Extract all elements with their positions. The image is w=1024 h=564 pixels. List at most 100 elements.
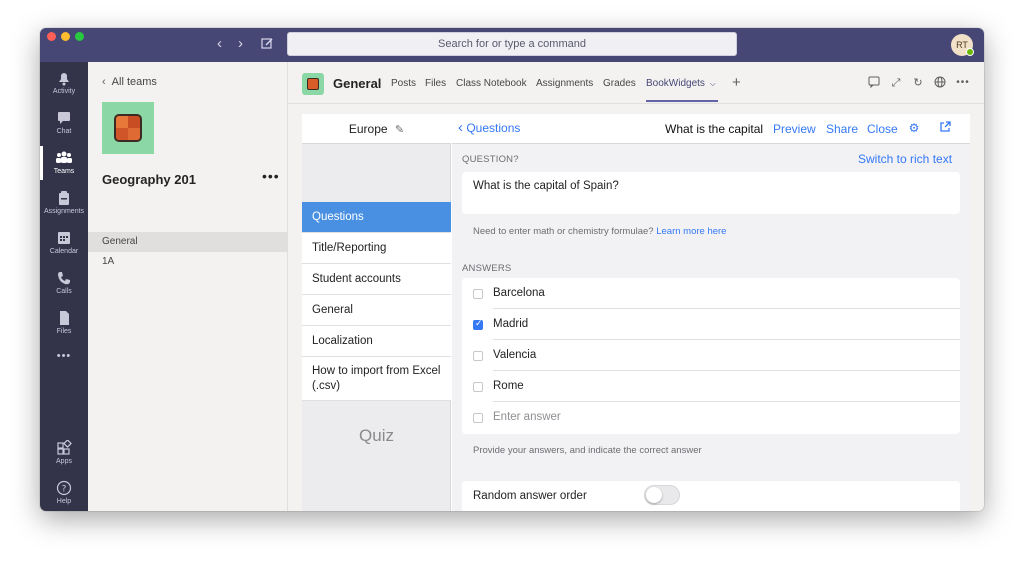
close-button[interactable]: Close bbox=[867, 122, 898, 136]
file-icon bbox=[40, 310, 88, 326]
app-rail: Activity Chat Teams Assignments Calendar… bbox=[40, 62, 88, 511]
rail-more-button[interactable]: ••• bbox=[40, 350, 88, 362]
chevron-left-icon: ‹ bbox=[458, 119, 463, 136]
toggle-knob bbox=[646, 487, 662, 503]
settings-nav-list: Questions Title/Reporting Student accoun… bbox=[302, 202, 451, 401]
rail-item-activity[interactable]: Activity bbox=[40, 70, 88, 96]
answer-input[interactable]: Madrid bbox=[493, 318, 528, 330]
answer-input[interactable]: Valencia bbox=[493, 349, 536, 361]
rail-label: Assignments bbox=[43, 208, 85, 215]
chevron-down-icon: ⌵ bbox=[709, 79, 716, 88]
share-button[interactable]: Share bbox=[826, 122, 858, 136]
random-order-toggle[interactable] bbox=[644, 485, 680, 505]
apps-icon bbox=[40, 439, 88, 456]
channel-item-general[interactable]: General bbox=[88, 232, 287, 252]
bell-icon bbox=[40, 70, 88, 86]
search-input[interactable]: Search for or type a command bbox=[287, 32, 737, 56]
preview-button[interactable]: Preview bbox=[773, 122, 816, 136]
nav-item-student-accounts[interactable]: Student accounts bbox=[302, 264, 451, 295]
rail-label: Files bbox=[56, 328, 72, 335]
widget-title: Europe bbox=[348, 122, 388, 136]
channel-team-icon bbox=[302, 73, 324, 95]
widget-title-bar[interactable]: Europe ✎ bbox=[302, 114, 451, 144]
conversation-icon[interactable] bbox=[867, 76, 881, 90]
tab-files[interactable]: Files bbox=[425, 78, 446, 89]
zoom-window-button[interactable] bbox=[75, 32, 84, 41]
bookwidgets-app: Europe ✎ Questions Title/Reporting Stude… bbox=[302, 114, 970, 511]
tab-bookwidgets-label: BookWidgets bbox=[646, 78, 705, 89]
channel-item-1a[interactable]: 1A bbox=[88, 252, 287, 272]
close-window-button[interactable] bbox=[47, 32, 56, 41]
answers-list: Barcelona Madrid Valencia bbox=[462, 278, 960, 434]
assignments-icon bbox=[40, 190, 88, 206]
forward-arrow-icon[interactable]: › bbox=[238, 36, 243, 51]
team-name: Geography 201 bbox=[102, 172, 196, 187]
nav-item-questions[interactable]: Questions bbox=[302, 202, 451, 233]
learn-more-link[interactable]: Learn more here bbox=[656, 226, 726, 237]
all-teams-link[interactable]: ‹ All teams bbox=[102, 76, 157, 88]
formula-hint: Need to enter math or chemistry formulae… bbox=[473, 226, 726, 237]
presence-indicator bbox=[966, 48, 974, 56]
switch-rich-text-link[interactable]: Switch to rich text bbox=[858, 152, 952, 166]
team-avatar bbox=[102, 102, 154, 154]
compose-icon[interactable] bbox=[261, 37, 274, 53]
expand-icon[interactable]: ⤢ bbox=[889, 76, 903, 90]
question-input[interactable]: What is the capital of Spain? bbox=[462, 172, 960, 214]
widget-side-nav: Europe ✎ Questions Title/Reporting Stude… bbox=[302, 114, 451, 511]
teams-icon bbox=[40, 150, 88, 166]
team-cube-icon bbox=[114, 114, 142, 142]
nav-item-localization[interactable]: Localization bbox=[302, 326, 451, 357]
calendar-icon bbox=[40, 230, 88, 246]
correct-answer-checkbox[interactable] bbox=[473, 289, 483, 299]
tab-grades[interactable]: Grades bbox=[603, 78, 636, 89]
channel-header: General Posts Files Class Notebook Assig… bbox=[288, 62, 984, 104]
back-to-questions-button[interactable]: ‹ Questions bbox=[458, 119, 520, 136]
tab-assignments[interactable]: Assignments bbox=[536, 78, 593, 89]
answers-section-label: ANSWERS bbox=[462, 263, 512, 274]
tab-posts[interactable]: Posts bbox=[391, 78, 416, 89]
back-arrow-icon[interactable]: ‹ bbox=[217, 36, 222, 51]
rail-item-calendar[interactable]: Calendar bbox=[40, 230, 88, 256]
answer-row-new: Enter answer bbox=[462, 402, 960, 433]
answers-hint: Provide your answers, and indicate the c… bbox=[473, 445, 702, 456]
rail-item-assignments[interactable]: Assignments bbox=[40, 190, 88, 216]
nav-item-general[interactable]: General bbox=[302, 295, 451, 326]
rail-item-teams[interactable]: Teams bbox=[40, 146, 88, 180]
gear-icon[interactable]: ⚙ bbox=[907, 121, 921, 135]
correct-answer-checkbox[interactable] bbox=[473, 319, 483, 330]
rail-item-calls[interactable]: Calls bbox=[40, 270, 88, 296]
pencil-icon[interactable]: ✎ bbox=[395, 124, 404, 136]
rail-item-apps[interactable]: Apps bbox=[40, 439, 88, 466]
external-link-icon[interactable] bbox=[938, 121, 952, 135]
new-answer-input[interactable]: Enter answer bbox=[493, 411, 561, 423]
nav-item-title-reporting[interactable]: Title/Reporting bbox=[302, 233, 451, 264]
rail-label: Activity bbox=[52, 88, 76, 95]
rail-item-help[interactable]: ? Help bbox=[40, 480, 88, 506]
question-page-title: What is the capital bbox=[665, 122, 764, 136]
rail-label: Help bbox=[56, 498, 72, 505]
active-tab-indicator bbox=[646, 100, 718, 102]
rail-item-files[interactable]: Files bbox=[40, 310, 88, 336]
correct-answer-checkbox[interactable] bbox=[473, 413, 483, 423]
correct-answer-checkbox[interactable] bbox=[473, 382, 483, 392]
correct-answer-checkbox[interactable] bbox=[473, 351, 483, 361]
rail-item-chat[interactable]: Chat bbox=[40, 110, 88, 136]
refresh-icon[interactable]: ↻ bbox=[911, 76, 925, 90]
answer-input[interactable]: Barcelona bbox=[493, 287, 545, 299]
team-more-button[interactable]: ••• bbox=[262, 168, 280, 184]
more-options-icon[interactable]: ••• bbox=[956, 76, 970, 90]
answer-row: Valencia bbox=[462, 340, 960, 371]
answer-input[interactable]: Rome bbox=[493, 380, 524, 392]
channel-title: General bbox=[333, 76, 382, 91]
add-tab-button[interactable]: + bbox=[732, 74, 741, 91]
chevron-left-icon: ‹ bbox=[102, 76, 106, 88]
nav-item-import-excel[interactable]: How to import from Excel (.csv) bbox=[302, 357, 451, 401]
editor-toolbar: ‹ Questions What is the capital Preview … bbox=[452, 114, 970, 144]
avatar[interactable]: RT bbox=[951, 34, 974, 56]
globe-icon[interactable] bbox=[933, 76, 947, 90]
tab-bookwidgets[interactable]: BookWidgets ⌵ bbox=[646, 78, 716, 89]
minimize-window-button[interactable] bbox=[61, 32, 70, 41]
teams-panel: ‹ All teams Geography 201 ••• General 1A bbox=[88, 62, 288, 511]
answer-row: Rome bbox=[462, 371, 960, 402]
tab-class-notebook[interactable]: Class Notebook bbox=[456, 78, 527, 89]
